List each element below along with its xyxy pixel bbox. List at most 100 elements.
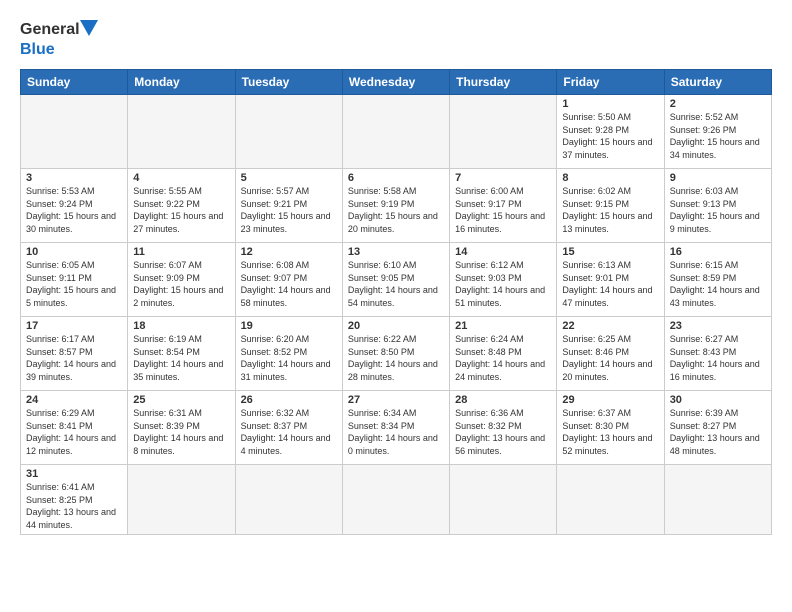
day-cell: 16Sunrise: 6:15 AM Sunset: 8:59 PM Dayli…	[664, 243, 771, 317]
col-header-tuesday: Tuesday	[235, 70, 342, 95]
day-cell: 31Sunrise: 6:41 AM Sunset: 8:25 PM Dayli…	[21, 465, 128, 535]
day-number: 25	[133, 394, 229, 406]
day-cell: 3Sunrise: 5:53 AM Sunset: 9:24 PM Daylig…	[21, 169, 128, 243]
svg-text:General: General	[20, 21, 80, 38]
logo: General Blue	[20, 16, 100, 61]
day-number: 9	[670, 172, 766, 184]
day-cell: 25Sunrise: 6:31 AM Sunset: 8:39 PM Dayli…	[128, 391, 235, 465]
week-row-4: 24Sunrise: 6:29 AM Sunset: 8:41 PM Dayli…	[21, 391, 772, 465]
day-number: 21	[455, 320, 551, 332]
day-info: Sunrise: 5:52 AM Sunset: 9:26 PM Dayligh…	[670, 111, 766, 161]
day-number: 30	[670, 394, 766, 406]
day-info: Sunrise: 6:10 AM Sunset: 9:05 PM Dayligh…	[348, 259, 444, 309]
day-cell	[450, 95, 557, 169]
day-info: Sunrise: 6:27 AM Sunset: 8:43 PM Dayligh…	[670, 333, 766, 383]
day-info: Sunrise: 6:02 AM Sunset: 9:15 PM Dayligh…	[562, 185, 658, 235]
day-info: Sunrise: 6:13 AM Sunset: 9:01 PM Dayligh…	[562, 259, 658, 309]
col-header-friday: Friday	[557, 70, 664, 95]
week-row-1: 3Sunrise: 5:53 AM Sunset: 9:24 PM Daylig…	[21, 169, 772, 243]
day-cell: 28Sunrise: 6:36 AM Sunset: 8:32 PM Dayli…	[450, 391, 557, 465]
day-cell: 30Sunrise: 6:39 AM Sunset: 8:27 PM Dayli…	[664, 391, 771, 465]
day-cell: 8Sunrise: 6:02 AM Sunset: 9:15 PM Daylig…	[557, 169, 664, 243]
day-cell	[664, 465, 771, 535]
day-info: Sunrise: 6:24 AM Sunset: 8:48 PM Dayligh…	[455, 333, 551, 383]
day-info: Sunrise: 6:22 AM Sunset: 8:50 PM Dayligh…	[348, 333, 444, 383]
day-cell: 23Sunrise: 6:27 AM Sunset: 8:43 PM Dayli…	[664, 317, 771, 391]
day-number: 24	[26, 394, 122, 406]
logo-svg: General Blue	[20, 16, 100, 61]
day-cell: 11Sunrise: 6:07 AM Sunset: 9:09 PM Dayli…	[128, 243, 235, 317]
day-cell	[235, 95, 342, 169]
day-cell: 7Sunrise: 6:00 AM Sunset: 9:17 PM Daylig…	[450, 169, 557, 243]
day-number: 28	[455, 394, 551, 406]
day-number: 14	[455, 246, 551, 258]
day-cell	[557, 465, 664, 535]
col-header-thursday: Thursday	[450, 70, 557, 95]
day-number: 1	[562, 98, 658, 110]
day-number: 27	[348, 394, 444, 406]
day-cell: 26Sunrise: 6:32 AM Sunset: 8:37 PM Dayli…	[235, 391, 342, 465]
day-cell: 10Sunrise: 6:05 AM Sunset: 9:11 PM Dayli…	[21, 243, 128, 317]
day-cell: 24Sunrise: 6:29 AM Sunset: 8:41 PM Dayli…	[21, 391, 128, 465]
day-number: 8	[562, 172, 658, 184]
day-info: Sunrise: 6:29 AM Sunset: 8:41 PM Dayligh…	[26, 407, 122, 457]
day-cell: 2Sunrise: 5:52 AM Sunset: 9:26 PM Daylig…	[664, 95, 771, 169]
day-info: Sunrise: 6:37 AM Sunset: 8:30 PM Dayligh…	[562, 407, 658, 457]
day-info: Sunrise: 6:36 AM Sunset: 8:32 PM Dayligh…	[455, 407, 551, 457]
day-cell: 20Sunrise: 6:22 AM Sunset: 8:50 PM Dayli…	[342, 317, 449, 391]
col-header-saturday: Saturday	[664, 70, 771, 95]
day-info: Sunrise: 6:08 AM Sunset: 9:07 PM Dayligh…	[241, 259, 337, 309]
day-cell: 9Sunrise: 6:03 AM Sunset: 9:13 PM Daylig…	[664, 169, 771, 243]
day-cell: 27Sunrise: 6:34 AM Sunset: 8:34 PM Dayli…	[342, 391, 449, 465]
day-number: 12	[241, 246, 337, 258]
calendar-header-row: SundayMondayTuesdayWednesdayThursdayFrid…	[21, 70, 772, 95]
day-number: 19	[241, 320, 337, 332]
day-cell: 1Sunrise: 5:50 AM Sunset: 9:28 PM Daylig…	[557, 95, 664, 169]
week-row-5: 31Sunrise: 6:41 AM Sunset: 8:25 PM Dayli…	[21, 465, 772, 535]
day-number: 4	[133, 172, 229, 184]
day-info: Sunrise: 6:07 AM Sunset: 9:09 PM Dayligh…	[133, 259, 229, 309]
calendar-table: SundayMondayTuesdayWednesdayThursdayFrid…	[20, 69, 772, 535]
day-info: Sunrise: 5:58 AM Sunset: 9:19 PM Dayligh…	[348, 185, 444, 235]
day-cell	[235, 465, 342, 535]
day-cell	[128, 95, 235, 169]
day-info: Sunrise: 6:41 AM Sunset: 8:25 PM Dayligh…	[26, 481, 122, 531]
day-info: Sunrise: 5:55 AM Sunset: 9:22 PM Dayligh…	[133, 185, 229, 235]
day-info: Sunrise: 5:57 AM Sunset: 9:21 PM Dayligh…	[241, 185, 337, 235]
day-info: Sunrise: 5:53 AM Sunset: 9:24 PM Dayligh…	[26, 185, 122, 235]
day-info: Sunrise: 6:39 AM Sunset: 8:27 PM Dayligh…	[670, 407, 766, 457]
week-row-2: 10Sunrise: 6:05 AM Sunset: 9:11 PM Dayli…	[21, 243, 772, 317]
day-cell: 12Sunrise: 6:08 AM Sunset: 9:07 PM Dayli…	[235, 243, 342, 317]
day-cell: 6Sunrise: 5:58 AM Sunset: 9:19 PM Daylig…	[342, 169, 449, 243]
day-number: 17	[26, 320, 122, 332]
day-info: Sunrise: 6:12 AM Sunset: 9:03 PM Dayligh…	[455, 259, 551, 309]
day-cell: 5Sunrise: 5:57 AM Sunset: 9:21 PM Daylig…	[235, 169, 342, 243]
day-number: 6	[348, 172, 444, 184]
day-number: 29	[562, 394, 658, 406]
day-number: 16	[670, 246, 766, 258]
day-number: 13	[348, 246, 444, 258]
day-number: 2	[670, 98, 766, 110]
day-number: 23	[670, 320, 766, 332]
header-area: General Blue	[20, 16, 772, 61]
day-cell	[128, 465, 235, 535]
day-number: 26	[241, 394, 337, 406]
day-cell: 29Sunrise: 6:37 AM Sunset: 8:30 PM Dayli…	[557, 391, 664, 465]
day-cell: 14Sunrise: 6:12 AM Sunset: 9:03 PM Dayli…	[450, 243, 557, 317]
col-header-sunday: Sunday	[21, 70, 128, 95]
day-cell: 22Sunrise: 6:25 AM Sunset: 8:46 PM Dayli…	[557, 317, 664, 391]
day-info: Sunrise: 5:50 AM Sunset: 9:28 PM Dayligh…	[562, 111, 658, 161]
day-cell: 21Sunrise: 6:24 AM Sunset: 8:48 PM Dayli…	[450, 317, 557, 391]
day-cell: 13Sunrise: 6:10 AM Sunset: 9:05 PM Dayli…	[342, 243, 449, 317]
day-number: 22	[562, 320, 658, 332]
day-cell: 18Sunrise: 6:19 AM Sunset: 8:54 PM Dayli…	[128, 317, 235, 391]
day-number: 20	[348, 320, 444, 332]
svg-text:Blue: Blue	[20, 41, 55, 58]
day-info: Sunrise: 6:25 AM Sunset: 8:46 PM Dayligh…	[562, 333, 658, 383]
day-number: 7	[455, 172, 551, 184]
day-info: Sunrise: 6:19 AM Sunset: 8:54 PM Dayligh…	[133, 333, 229, 383]
day-cell	[450, 465, 557, 535]
day-number: 18	[133, 320, 229, 332]
day-cell	[342, 465, 449, 535]
day-cell	[21, 95, 128, 169]
